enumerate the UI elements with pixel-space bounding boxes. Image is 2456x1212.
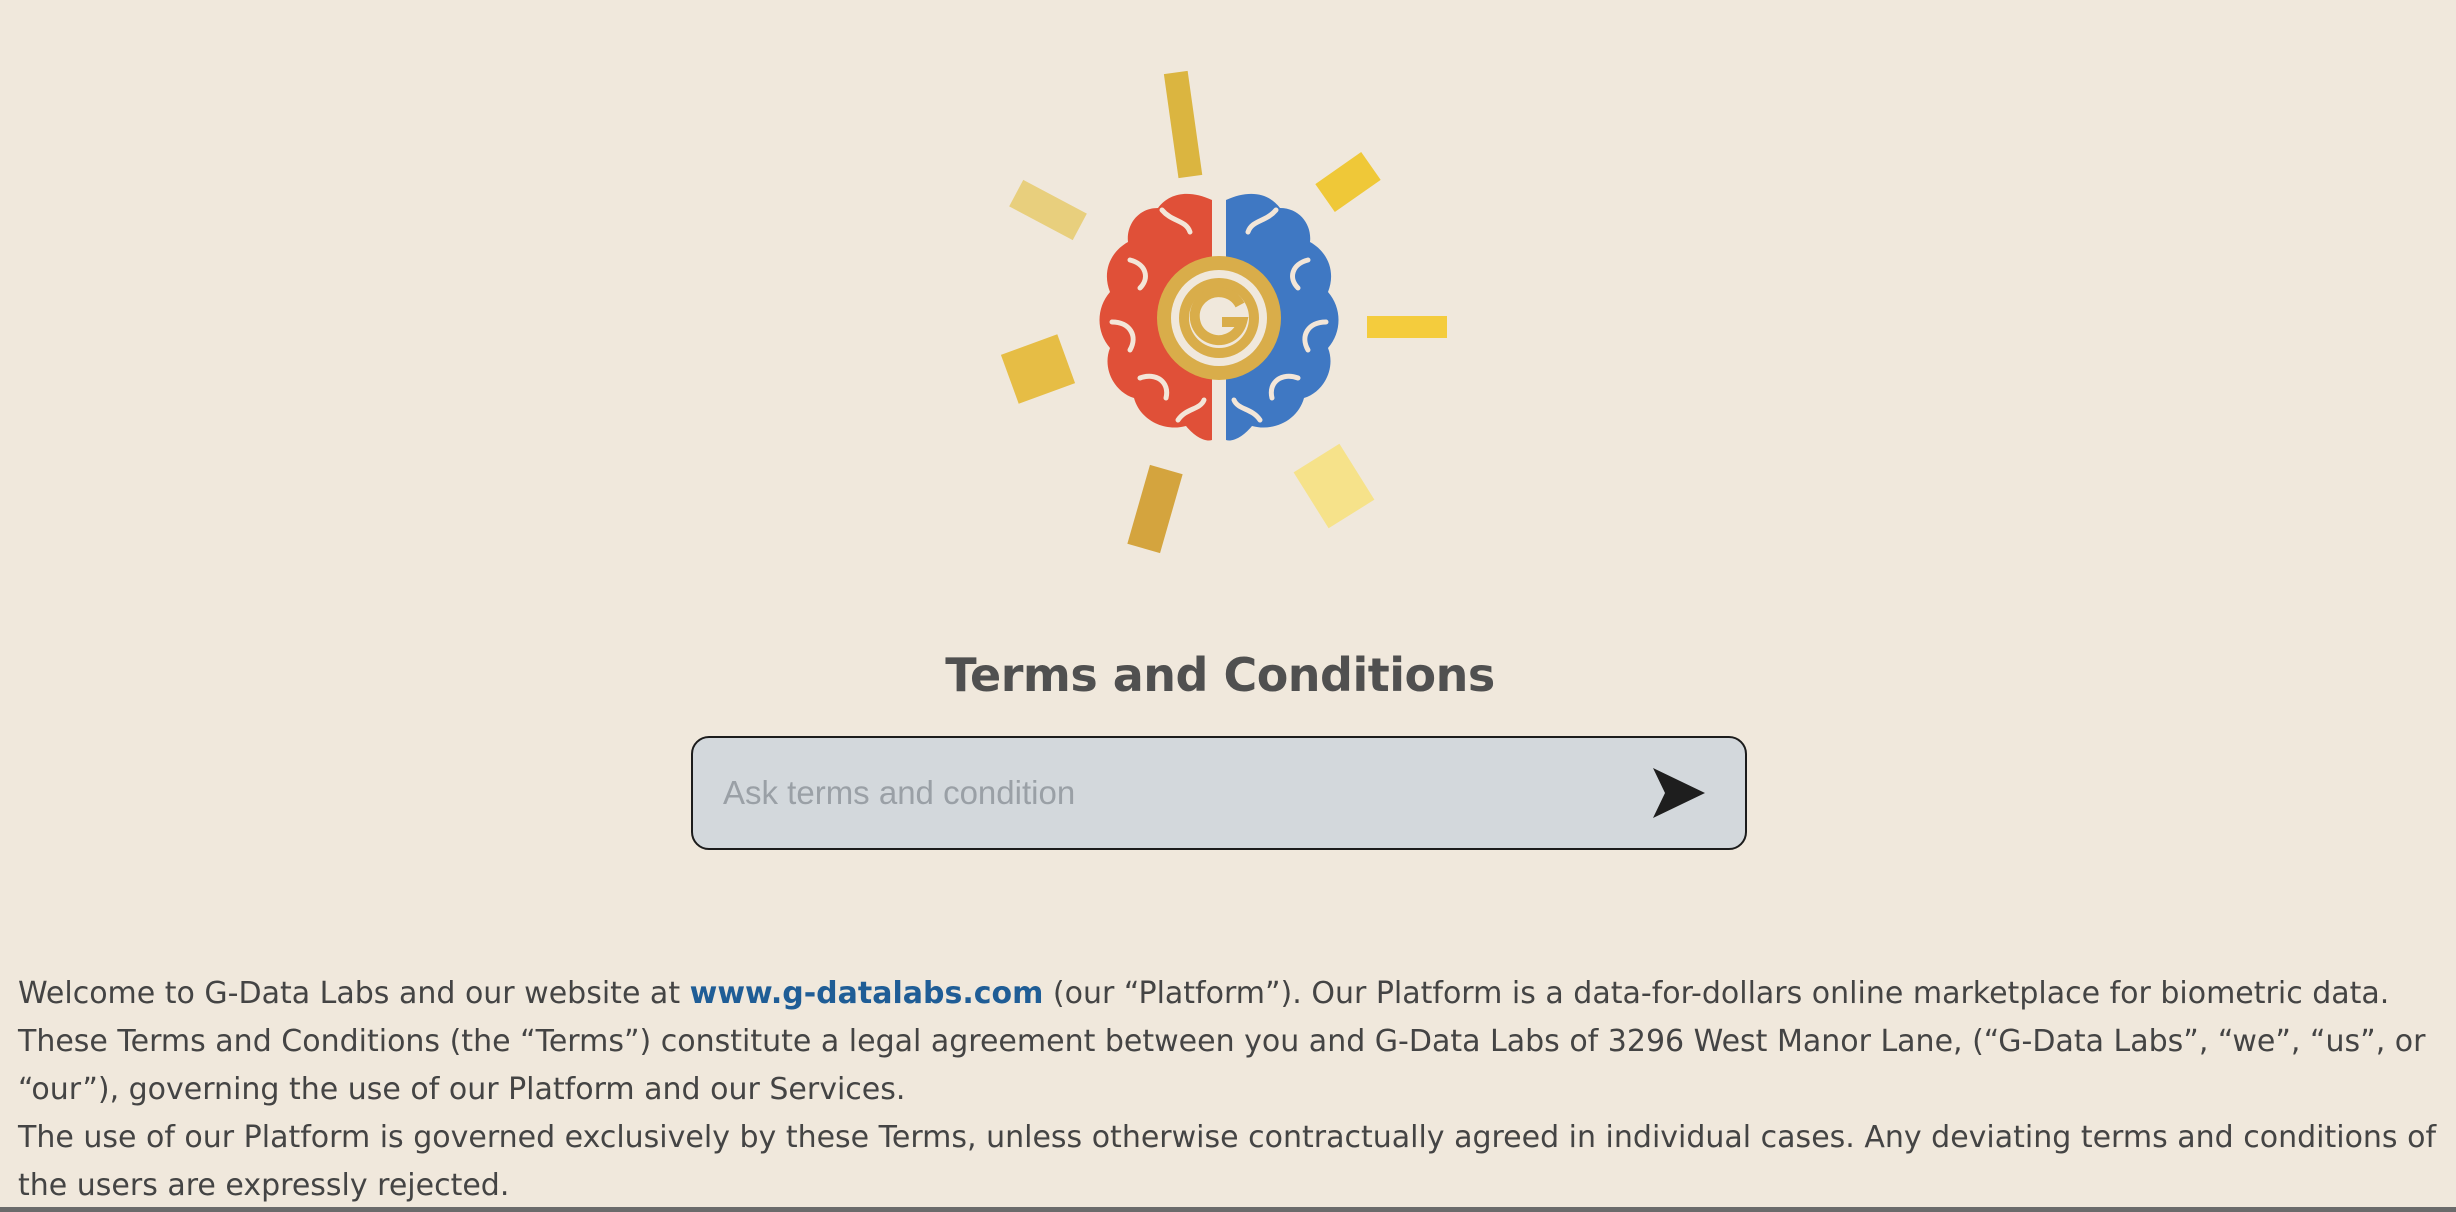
- ray-right: [1367, 316, 1447, 338]
- brain-logo: [1000, 70, 1447, 554]
- send-button[interactable]: [1643, 760, 1713, 826]
- terms-page: Terms and Conditions Welcome to G-Data L…: [0, 0, 2456, 1212]
- ray-left: [1000, 334, 1076, 404]
- terms-intro-text: Welcome to G-Data Labs and our website a…: [18, 976, 690, 1011]
- ask-terms-box: [691, 736, 1747, 850]
- terms-paragraph-2: The use of our Platform is governed excl…: [18, 1120, 2437, 1203]
- page-title: Terms and Conditions: [945, 648, 1495, 702]
- terms-body: Welcome to G-Data Labs and our website a…: [18, 970, 2438, 1210]
- bottom-divider: [0, 1207, 2456, 1212]
- ray-top-right: [1315, 152, 1381, 212]
- ask-terms-input[interactable]: [723, 738, 1603, 848]
- ray-bottom-right: [1293, 443, 1375, 529]
- send-arrow-icon: [1653, 768, 1705, 818]
- ray-top: [1163, 70, 1203, 179]
- website-link[interactable]: www.g-datalabs.com: [690, 976, 1044, 1011]
- ray-top-left: [1009, 179, 1087, 241]
- ray-bottom: [1127, 464, 1183, 554]
- terms-paragraph-1: Welcome to G-Data Labs and our website a…: [18, 970, 2438, 1114]
